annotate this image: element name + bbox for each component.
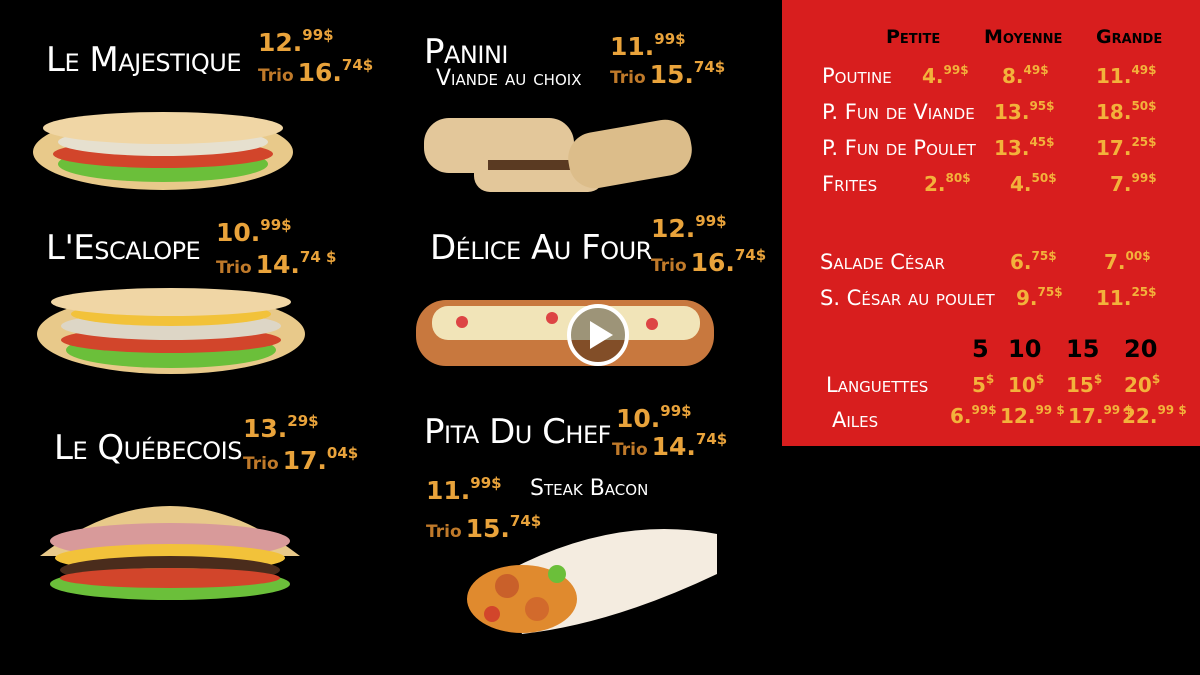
item-title-steak-bacon: Steak Bacon [530,476,649,501]
price-frites-grande: 7.99$ [1110,171,1157,196]
row-label-languettes: Languettes [826,373,929,397]
row-label-poutine: Poutine [822,64,892,88]
row-label-frites: Frites [822,172,878,196]
item-title-delice: Délice Au Four [430,228,652,268]
price-languettes-5: 5$ [972,372,995,397]
item-price-pita-chef: 10.99$ [616,402,692,433]
item-subtitle-panini: Viande au choix [436,66,582,91]
price-fun-viande-grande: 18.50$ [1096,99,1157,124]
pita-sandwich-image [37,288,305,374]
row-label-cesar-poulet: S. César au poulet [820,286,995,310]
count-header-10: 10 [1008,335,1042,363]
sub-sandwich-image [416,300,714,366]
item-trio-delice: Trio 16.74$ [651,246,767,277]
price-languettes-10: 10$ [1008,372,1045,397]
count-header-5: 5 [972,335,989,363]
wrap-image [467,529,717,634]
item-trio-escalope: Trio 14.74 $ [216,248,337,279]
price-cesar-poulet-grande: 11.25$ [1096,285,1157,310]
price-languettes-15: 15$ [1066,372,1103,397]
item-trio-pita-chef: Trio 14.74$ [612,430,728,461]
item-price-escalope: 10.99$ [216,216,292,247]
item-price-majestique: 12.99$ [258,26,334,57]
price-fun-viande-moyenne: 13.95$ [994,99,1055,124]
price-poutine-grande: 11.49$ [1096,63,1157,88]
item-price-quebecois: 13.29$ [243,412,319,443]
play-icon[interactable] [566,303,630,367]
price-frites-petite: 2.80$ [924,171,971,196]
price-ailes-20: 22.99 $ [1122,403,1187,428]
price-fun-poulet-grande: 17.25$ [1096,135,1157,160]
item-title-quebecois: Le Québecois [54,428,243,468]
count-header-20: 20 [1124,335,1158,363]
price-poutine-petite: 4.99$ [922,63,969,88]
item-price-delice: 12.99$ [651,212,727,243]
burger-pita-image [40,506,300,600]
price-languettes-20: 20$ [1124,372,1161,397]
item-title-pita-chef: Pita Du Chef [424,412,611,452]
header-moyenne: Moyenne [984,26,1063,48]
item-trio-quebecois: Trio 17.04$ [243,444,359,475]
price-poutine-moyenne: 8.49$ [1002,63,1049,88]
price-ailes-10: 12.99 $ [1000,403,1065,428]
row-label-fun-poulet: P. Fun de Poulet [822,136,976,160]
item-title-majestique: Le Majestique [46,40,242,80]
row-label-salade-cesar: Salade César [820,250,945,274]
item-trio-majestique: Trio 16.74$ [258,56,374,87]
row-label-ailes: Ailes [832,408,879,432]
item-title-escalope: L'Escalope [46,228,201,268]
pita-sandwich-image [33,112,293,190]
row-label-fun-viande: P. Fun de Viande [822,100,975,124]
item-price-panini: 11.99$ [610,30,686,61]
count-header-15: 15 [1066,335,1100,363]
header-grande: Grande [1096,26,1163,48]
price-salade-cesar-grande: 7.00$ [1104,249,1151,274]
item-price-steak-bacon: 11.99$ [426,474,502,505]
price-panel: Petite Moyenne Grande Poutine 4.99$ 8.49… [782,0,1200,446]
price-salade-cesar-moyenne: 6.75$ [1010,249,1057,274]
header-petite: Petite [886,26,941,48]
price-cesar-poulet-moyenne: 9.75$ [1016,285,1063,310]
price-fun-poulet-moyenne: 13.45$ [994,135,1055,160]
panini-image [424,118,692,192]
item-trio-panini: Trio 15.74$ [610,58,726,89]
price-ailes-5: 6.99$ [950,403,997,428]
price-frites-moyenne: 4.50$ [1010,171,1057,196]
